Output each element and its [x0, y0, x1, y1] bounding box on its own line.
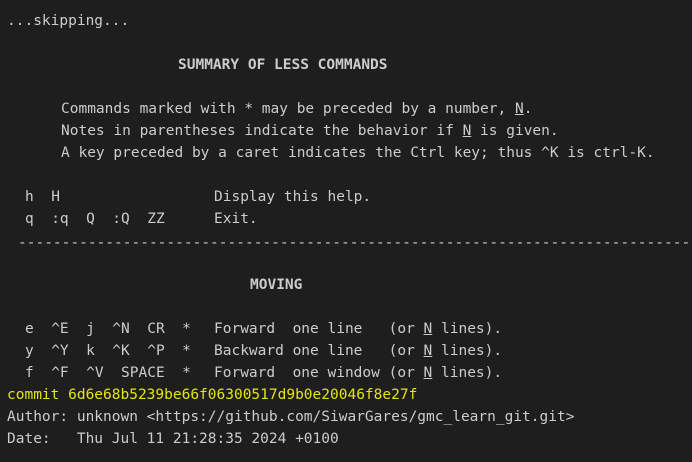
moving-action-label: Forward: [214, 365, 284, 381]
moving-action-label: Forward: [214, 321, 284, 337]
help-keys-row: h H: [25, 189, 60, 205]
intro-line-2-text: Notes in parentheses indicate the behavi…: [61, 123, 463, 139]
moving-paren-post: lines).: [432, 365, 503, 381]
help-title: SUMMARY OF LESS COMMANDS: [178, 57, 388, 73]
cursor-mark: ^: [0, 0, 12, 4]
section-divider: ----------------------------------------…: [18, 235, 692, 251]
moving-paren-post: lines).: [432, 343, 503, 359]
skipping-indicator: ...skipping...: [7, 13, 130, 29]
moving-action-what: one line: [292, 321, 380, 337]
moving-action: Forward one window (or N lines).: [214, 362, 502, 384]
number-n-marker: N: [423, 343, 433, 359]
moving-paren-pre: (or: [388, 343, 424, 359]
intro-line-1: Commands marked with * may be preceded b…: [61, 98, 532, 120]
exit-keys-row: q :q Q :Q ZZ: [25, 211, 165, 227]
moving-action-label: Backward: [214, 343, 284, 359]
commit-author-line: Author: unknown <https://github.com/Siwa…: [7, 409, 575, 425]
moving-paren-pre: (or: [388, 365, 424, 381]
number-n-marker: N: [514, 101, 524, 117]
moving-keys: y ^Y k ^K ^P *: [25, 343, 191, 359]
number-n-marker: N: [423, 321, 433, 337]
intro-line-1-text: Commands marked with * may be preceded b…: [61, 101, 515, 117]
moving-paren-pre: (or: [388, 321, 424, 337]
help-desc-row: Display this help.: [214, 189, 372, 205]
number-n-marker: N: [423, 365, 433, 381]
moving-paren-post: lines).: [432, 321, 503, 337]
intro-line-2: Notes in parentheses indicate the behavi…: [61, 120, 559, 142]
intro-line-3: A key preceded by a caret indicates the …: [61, 145, 655, 161]
intro-line-2-end: is given.: [471, 123, 559, 139]
exit-desc-row: Exit.: [214, 211, 258, 227]
intro-line-1-end: .: [523, 101, 533, 117]
moving-action-what: one line: [292, 343, 380, 359]
moving-title: MOVING: [250, 277, 303, 293]
moving-action: Backward one line (or N lines).: [214, 340, 502, 362]
moving-keys: e ^E j ^N CR *: [25, 321, 191, 337]
moving-keys: f ^F ^V SPACE *: [25, 365, 191, 381]
commit-hash-line: commit 6d6e68b5239be66f06300517d9b0e2004…: [7, 387, 418, 403]
number-n-marker: N: [462, 123, 472, 139]
moving-action: Forward one line (or N lines).: [214, 318, 502, 340]
commit-date-line: Date: Thu Jul 11 21:28:35 2024 +0100: [7, 431, 339, 447]
moving-action-what: one window: [292, 365, 380, 381]
